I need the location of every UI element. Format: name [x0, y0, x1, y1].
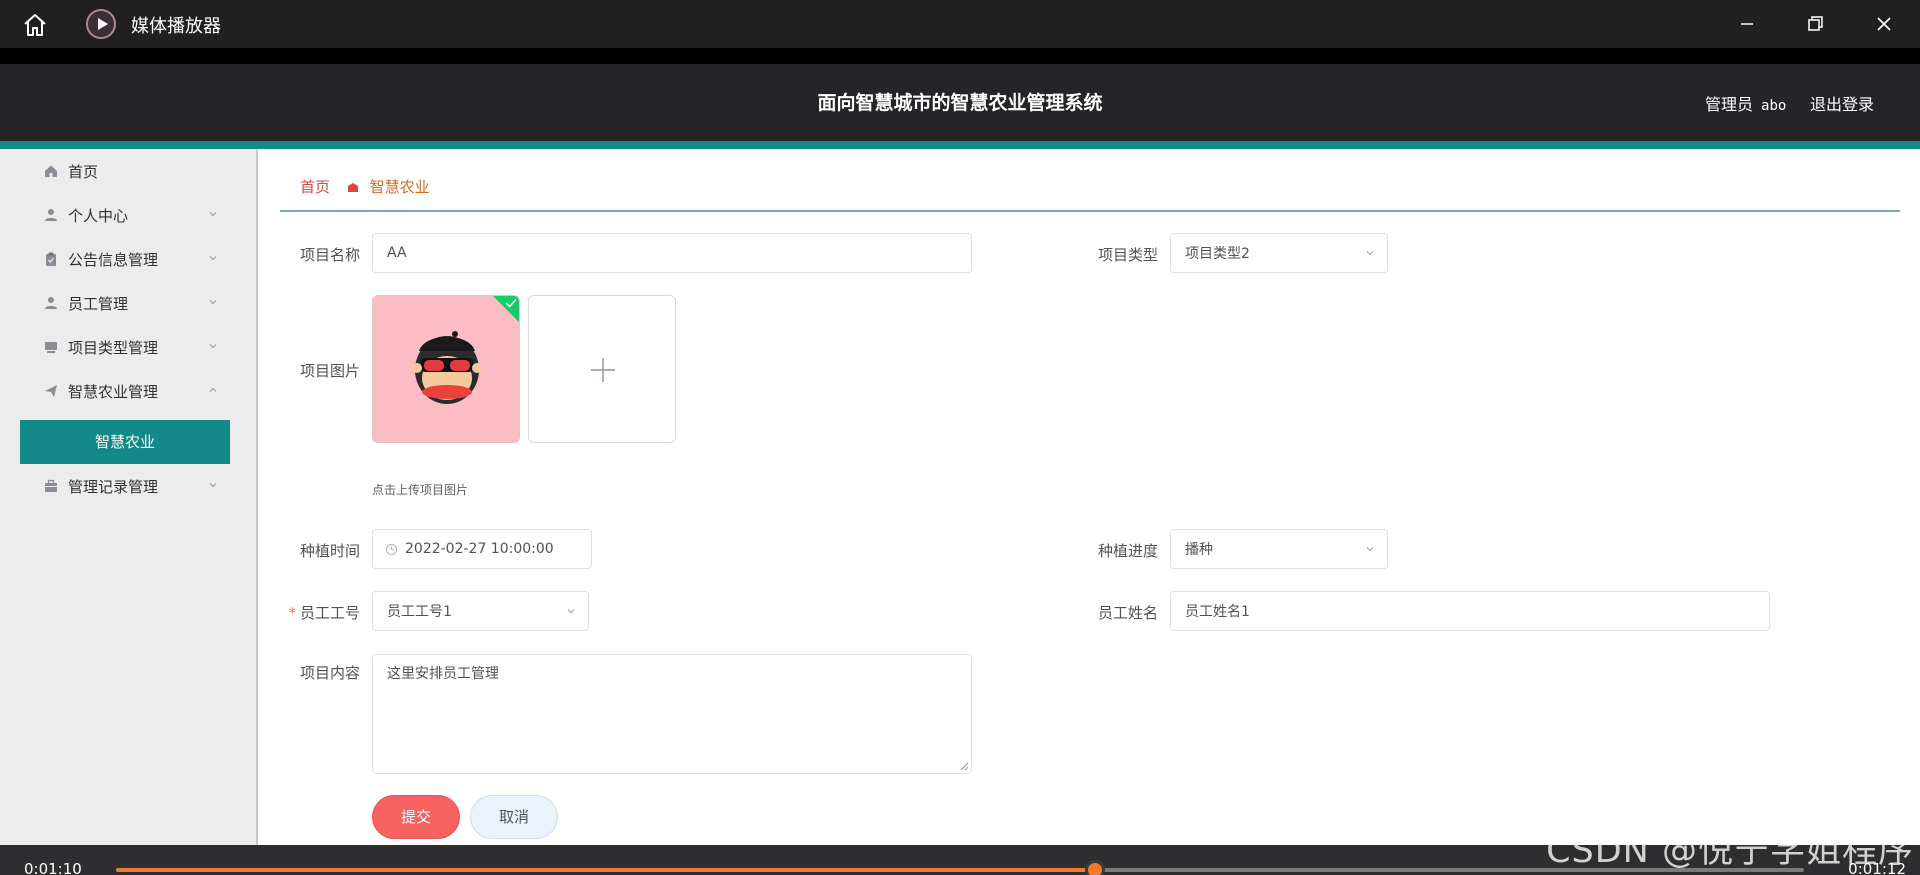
plant-progress-value: 播种 [1185, 542, 1213, 558]
check-icon [505, 298, 517, 308]
employee-no-value: 员工工号1 [387, 604, 452, 620]
chevron-down-icon [567, 609, 575, 614]
minimize-button[interactable] [1731, 8, 1763, 40]
employee-no-label: * 员工工号 [280, 602, 360, 623]
sidebar-item-label: 公告信息管理 [68, 251, 159, 269]
sidebar-item-smart-agri[interactable]: 智慧农业管理 [20, 369, 230, 413]
close-button[interactable] [1868, 8, 1900, 40]
sidebar-item-notice[interactable]: 公告信息管理 [20, 237, 230, 281]
app-title: 媒体播放器 [131, 16, 221, 37]
home-icon [45, 165, 57, 177]
system-title: 面向智慧城市的智慧农业管理系统 [817, 92, 1103, 114]
project-content-label: 项目内容 [299, 664, 360, 682]
project-image-label: 项目图片 [299, 362, 360, 380]
sidebar: 首页 个人中心 公告信息管理 员工管理 项目类型管理 智慧农业管理 智慧农业 管… [0, 149, 258, 845]
admin-username: abo [1761, 98, 1787, 114]
sidebar-item-project-type[interactable]: 项目类型管理 [20, 325, 230, 369]
resize-grip-icon[interactable] [959, 761, 969, 771]
required-mark: * [288, 604, 296, 622]
chevron-down-icon [209, 212, 217, 217]
sidebar-item-label: 个人中心 [68, 207, 129, 225]
clock-icon [385, 543, 398, 555]
restore-button[interactable] [1799, 8, 1831, 40]
employee-name-input[interactable]: 员工姓名1 [1170, 591, 1770, 631]
chevron-down-icon [209, 300, 217, 305]
employee-no-select[interactable]: 员工工号1 [372, 591, 589, 631]
sidebar-item-records[interactable]: 管理记录管理 [20, 464, 230, 508]
sidebar-item-employee[interactable]: 员工管理 [20, 281, 230, 325]
plant-progress-label: 种植进度 [1097, 542, 1158, 560]
sidebar-item-home[interactable]: 首页 [20, 149, 230, 193]
employee-no-label-text: 员工工号 [299, 604, 360, 622]
upload-tip: 点击上传项目图片 [372, 483, 469, 497]
chevron-down-icon [209, 483, 217, 488]
chevron-down-icon [1366, 547, 1374, 552]
submit-button[interactable]: 提交 [372, 795, 460, 839]
admin-label: 管理员 [1705, 95, 1754, 114]
project-name-label: 项目名称 [299, 246, 360, 264]
seek-progress-fill [116, 868, 1096, 872]
project-name-input[interactable]: AA [372, 233, 972, 273]
content-divider [280, 210, 1900, 212]
home-icon[interactable] [20, 10, 50, 40]
chevron-down-icon [1366, 251, 1374, 256]
breadcrumb-separator-icon [347, 183, 358, 192]
video-letterbox [0, 48, 1920, 64]
upload-image-button[interactable] [528, 295, 676, 443]
admin-info: 管理员 abo [1705, 91, 1786, 115]
plant-progress-select[interactable]: 播种 [1170, 529, 1388, 569]
plus-icon [591, 358, 615, 382]
csdn-watermark: CSDN @悦宁学姐程序 [1546, 831, 1914, 871]
user-icon [45, 297, 57, 309]
sidebar-item-personal-center[interactable]: 个人中心 [20, 193, 230, 237]
employee-name-label: 员工姓名 [1097, 604, 1158, 622]
project-type-value: 项目类型2 [1185, 246, 1250, 262]
logout-link[interactable]: 退出登录 [1810, 91, 1874, 115]
header-accent-strip [0, 141, 1920, 149]
sidebar-item-label: 项目类型管理 [68, 339, 159, 357]
sidebar-item-label: 首页 [68, 163, 99, 181]
project-content-value: 这里安排员工管理 [387, 666, 499, 682]
sidebar-item-label: 管理记录管理 [68, 478, 159, 496]
player-title-bar: 媒体播放器 [0, 0, 1920, 48]
chevron-up-icon [209, 387, 217, 392]
chevron-down-icon [209, 256, 217, 261]
user-icon [45, 209, 57, 221]
sidebar-item-label: 员工管理 [68, 295, 129, 313]
breadcrumb: 首页 智慧农业 [300, 176, 430, 197]
sidebar-subitem-smart-agri[interactable]: 智慧农业 [20, 420, 230, 464]
seek-handle[interactable] [1085, 860, 1106, 875]
plant-time-label: 种植时间 [299, 542, 360, 560]
uploaded-project-image[interactable] [372, 295, 520, 443]
cancel-button[interactable]: 取消 [470, 795, 558, 839]
project-type-select[interactable]: 项目类型2 [1170, 233, 1388, 273]
breadcrumb-home[interactable]: 首页 [300, 178, 330, 196]
folder-icon [45, 342, 57, 353]
briefcase-icon [45, 479, 57, 492]
clipboard-icon [46, 252, 56, 266]
current-time: 0:01:10 [24, 860, 82, 875]
sidebar-item-label: 智慧农业管理 [68, 383, 159, 401]
app-header: 面向智慧城市的智慧农业管理系统 管理员 abo 退出登录 [0, 64, 1920, 141]
project-content-textarea[interactable]: 这里安排员工管理 [372, 654, 972, 774]
breadcrumb-current: 智慧农业 [369, 178, 430, 196]
project-type-label: 项目类型 [1097, 246, 1158, 264]
plant-time-picker[interactable]: 2022-02-27 10:00:00 [372, 529, 592, 569]
media-player-logo-icon [86, 9, 116, 39]
chevron-down-icon [209, 344, 217, 349]
send-icon [45, 385, 57, 397]
plant-time-value: 2022-02-27 10:00:00 [405, 541, 554, 557]
